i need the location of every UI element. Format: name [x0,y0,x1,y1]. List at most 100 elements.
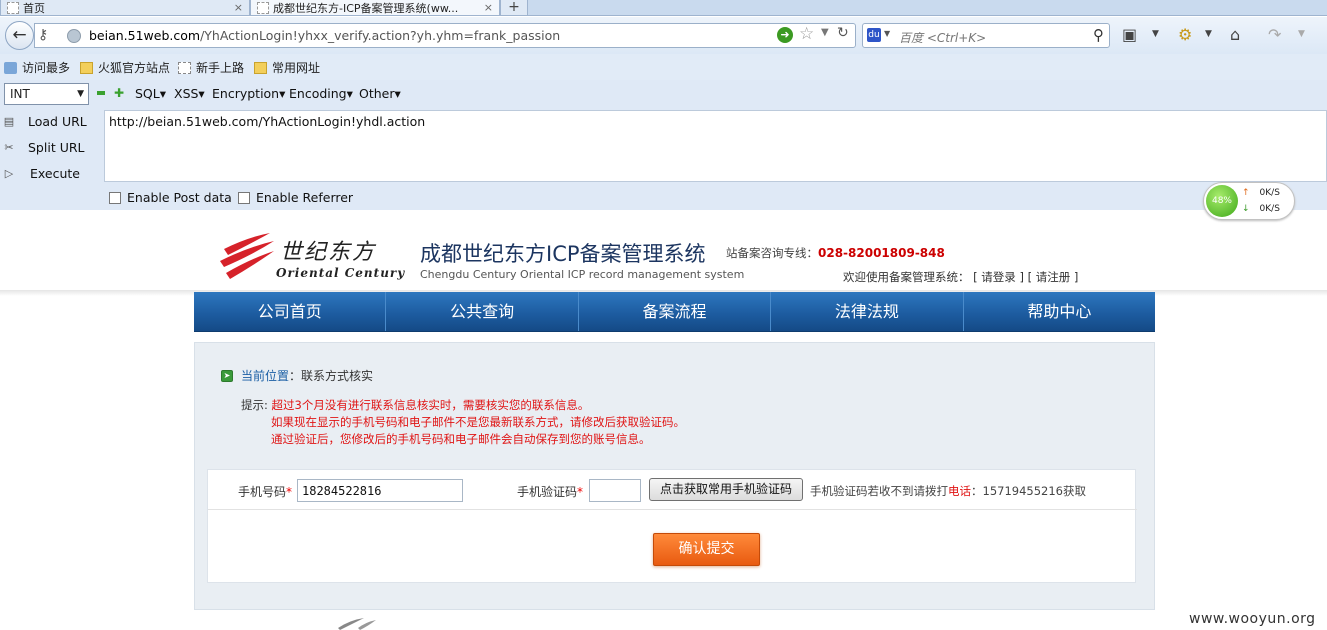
bookmark-star-icon[interactable]: ☆ [799,24,814,44]
hotline-label: 站备案咨询专线： [726,246,818,260]
chevron-down-icon[interactable]: ▼ [1298,29,1305,39]
footer-logo [338,618,376,630]
plus-icon[interactable]: ✚ [114,86,124,100]
nav-item-help[interactable]: 帮助中心 [964,292,1155,331]
bookmark-getting-started[interactable]: 新手上路 [178,59,244,76]
back-button[interactable]: ← [5,21,34,50]
new-tab-button[interactable]: + [500,0,528,16]
search-icon[interactable]: ⚲ [1093,26,1104,44]
tip-line: 通过验证后，您修改后的手机号码和电子邮件会自动保存到您的账号信息。 [271,432,651,446]
enable-post-checkbox[interactable]: Enable Post data [109,190,232,205]
type-select-value: INT [10,87,30,101]
navigation-bar: ← ⚷ beian.51web.com/YhActionLogin!yhxx_v… [0,17,1327,54]
enable-referrer-label: Enable Referrer [256,190,354,205]
menu-xss[interactable]: XSS▾ [174,86,205,101]
bookmark-common-sites[interactable]: 常用网址 [254,59,320,76]
hotline-number: 028-82001809-848 [818,246,945,260]
menu-encoding[interactable]: Encoding▾ [289,86,353,101]
checkbox-box[interactable] [109,191,121,204]
type-select[interactable]: INT ▼ [4,83,89,105]
register-link[interactable]: [ 请注册 ] [1028,270,1079,284]
reload-icon[interactable]: ↻ [837,25,849,41]
split-url-label: Split URL [28,140,85,155]
arrow-right-icon: ➤ [221,369,233,382]
hotline: 站备案咨询专线：028-82001809-848 [726,245,945,261]
usage-percent: 48% [1206,185,1238,217]
scissors-icon: ✂ [4,141,14,154]
page-icon [7,1,19,14]
phone-label: 手机号码* [238,483,292,500]
execute-label: Execute [30,166,80,181]
screenshot-icon[interactable]: ▣ [1122,25,1137,44]
arrow-up-icon: ↑ [1242,188,1250,198]
menu-encryption[interactable]: Encryption▾ [212,86,285,101]
execute-button[interactable]: ▷ Execute [0,166,80,181]
get-code-button[interactable]: 点击获取常用手机验证码 [649,478,803,501]
site-subtitle: Chengdu Century Oriental ICP record mana… [420,268,745,281]
bookmark-label: 访问最多 [22,61,71,75]
tab-home[interactable]: 首页 × [0,0,250,16]
page-icon [257,1,269,14]
enable-referrer-checkbox[interactable]: Enable Referrer [238,190,353,205]
enable-post-label: Enable Post data [127,190,232,205]
nav-item-laws[interactable]: 法律法规 [771,292,964,331]
folder-icon [254,61,267,74]
split-url-button[interactable]: ✂ Split URL [0,140,85,155]
code-input[interactable] [589,479,641,502]
nav-item-public-query[interactable]: 公共查询 [386,292,579,331]
login-link[interactable]: [ 请登录 ] [973,270,1024,284]
note-tel: 电话 [948,484,971,498]
watermark: www.wooyun.org [1189,611,1316,627]
page-icon [178,61,191,74]
search-input[interactable]: 百度 <Ctrl+K> [899,29,986,46]
code-note: 手机验证码若收不到请拨打电话：15719455216获取 [810,483,1086,499]
load-url-button[interactable]: ▤ Load URL [0,114,87,129]
chevron-down-icon[interactable]: ▼ [1205,29,1212,39]
star-list-icon [4,61,17,74]
upload-rate: ↑ 0K/S [1242,188,1280,198]
tips-block: 提示: 超过3个月没有进行联系信息核实时，需要核实您的联系信息。 如果现在显示的… [241,397,685,448]
bookmark-firefox-site[interactable]: 火狐官方站点 [80,59,170,76]
chevron-down-icon[interactable]: ▼ [821,27,829,38]
welcome-label: 欢迎使用备案管理系统： [843,270,970,284]
chevron-down-icon[interactable]: ▼ [1152,29,1159,39]
download-value: 0K/S [1259,204,1280,214]
code-label-text: 手机验证码 [517,485,578,499]
required-mark: * [286,485,293,499]
menu-other[interactable]: Other▾ [359,86,401,101]
tip-label: 提示: [241,398,268,412]
bookmark-label: 火狐官方站点 [98,61,171,75]
nav-item-process[interactable]: 备案流程 [579,292,772,331]
addon-icon[interactable]: ⚙ [1178,25,1192,44]
tab-strip: 首页 × 成都世纪东方-ICP备案管理系统(ww... × + [0,0,1327,16]
bookmark-most-visited[interactable]: 访问最多 [4,59,70,76]
minus-icon[interactable] [97,91,105,95]
search-engine-icon[interactable]: du [867,28,881,42]
chevron-down-icon[interactable]: ▼ [884,29,890,38]
submit-button[interactable]: 确认提交 [653,533,760,566]
download-rate: ↓ 0K/S [1242,204,1280,214]
note-prefix: 手机验证码若收不到请拨打 [810,484,948,498]
phone-input[interactable]: 18284522816 [297,479,463,502]
traffic-monitor[interactable]: 48% ↑ 0K/S ↓ 0K/S [1203,182,1295,220]
close-icon[interactable]: × [484,1,493,14]
home-icon[interactable]: ⌂ [1230,25,1240,44]
tab-icp[interactable]: 成都世纪东方-ICP备案管理系统(ww... × [250,0,500,16]
load-url-label: Load URL [28,114,87,129]
chevron-down-icon: ▼ [77,89,84,99]
url-bar[interactable]: ⚷ beian.51web.com/YhActionLogin!yhxx_ver… [34,23,856,48]
checkbox-box[interactable] [238,191,250,204]
url-text[interactable]: beian.51web.com/YhActionLogin!yhxx_verif… [89,28,560,43]
nav-item-home[interactable]: 公司首页 [194,292,387,331]
phone-label-text: 手机号码 [238,485,287,499]
hackbar-panel: INT ▼ ✚ SQL▾ XSS▾ Encryption▾ Encoding▾ … [0,80,1327,210]
share-icon[interactable]: ↷ [1268,25,1281,44]
load-url-icon: ▤ [3,115,15,128]
search-bar[interactable]: du ▼ 百度 <Ctrl+K> ⚲ [862,23,1110,48]
close-icon[interactable]: × [234,1,243,14]
folder-icon [80,61,93,74]
menu-sql[interactable]: SQL▾ [135,86,166,101]
go-icon[interactable]: ➜ [777,27,793,43]
url-path: /YhActionLogin!yhxx_verify.action?yh.yhm… [200,28,561,43]
url-textarea[interactable]: http://beian.51web.com/YhActionLogin!yhd… [104,110,1327,182]
